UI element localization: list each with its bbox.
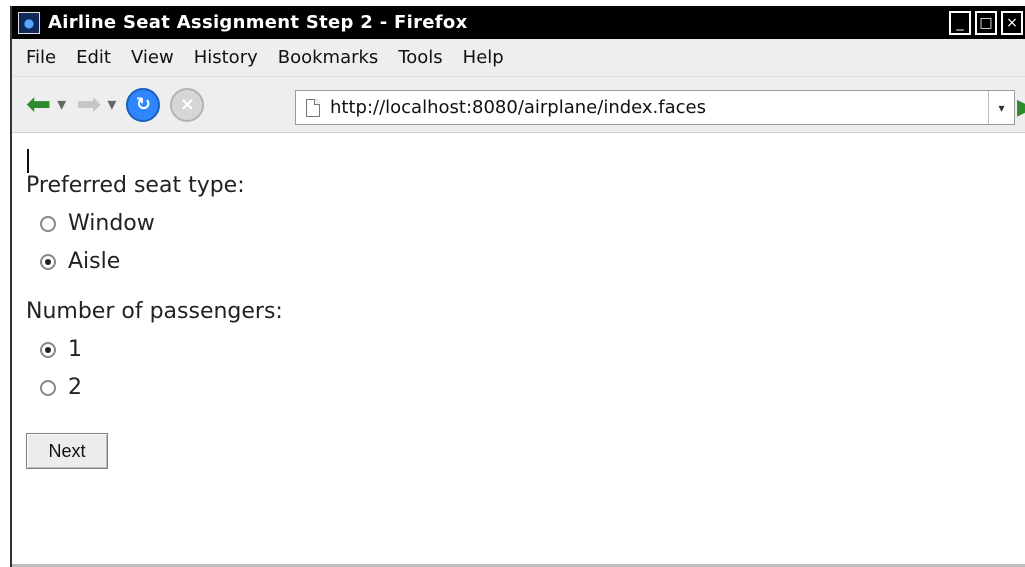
forward-dropdown-icon[interactable]: ▾ [107,94,116,115]
menu-help[interactable]: Help [463,47,504,68]
radio-passengers-1-label: 1 [68,337,82,362]
menu-bookmarks[interactable]: Bookmarks [278,47,379,68]
firefox-icon: ● [18,11,40,34]
passengers-label: Number of passengers: [26,299,283,324]
radio-window-label: Window [68,211,155,236]
window-title: Airline Seat Assignment Step 2 - Firefox [48,12,468,33]
menu-view[interactable]: View [131,47,174,68]
menu-history[interactable]: History [194,47,258,68]
minimize-button[interactable]: _ [949,10,971,35]
seat-type-label: Preferred seat type: [26,173,245,198]
address-dropdown-icon[interactable]: ▾ [988,91,1014,124]
back-arrow-icon: ⬅ [26,86,52,122]
back-button[interactable]: ⬅ ▾ [26,87,66,123]
page-content: Preferred seat type: Window Aisle Number… [12,133,1025,567]
passengers-option-1[interactable]: 1 [40,331,1025,369]
url-text[interactable]: http://localhost:8080/airplane/index.fac… [330,97,978,118]
close-button[interactable]: × [1001,10,1023,35]
radio-aisle[interactable] [40,254,56,270]
text-caret [27,149,29,173]
title-bar: ● Airline Seat Assignment Step 2 - Firef… [12,6,1025,39]
window-controls: _ □ × [949,6,1025,39]
radio-aisle-label: Aisle [68,249,121,274]
menu-edit[interactable]: Edit [76,47,111,68]
menu-tools[interactable]: Tools [398,47,442,68]
passengers-option-2[interactable]: 2 [40,369,1025,407]
stop-icon[interactable]: × [170,87,205,122]
next-button[interactable]: Next [26,433,108,469]
menu-bar: File Edit View History Bookmarks Tools H… [12,39,1025,77]
reload-icon[interactable]: ↻ [126,87,161,122]
page-icon [306,98,320,117]
radio-passengers-2[interactable] [40,380,56,396]
browser-window: ● Airline Seat Assignment Step 2 - Firef… [10,6,1025,567]
radio-passengers-1[interactable] [40,342,56,358]
go-icon[interactable]: ▶ [1017,96,1025,120]
seat-option-window[interactable]: Window [40,205,1025,243]
forward-button[interactable]: ➡ ▾ [76,87,116,123]
maximize-button[interactable]: □ [975,10,997,35]
address-bar[interactable]: http://localhost:8080/airplane/index.fac… [295,90,1015,125]
seat-option-aisle[interactable]: Aisle [40,243,1025,281]
menu-file[interactable]: File [26,47,56,68]
radio-window[interactable] [40,216,56,232]
radio-passengers-2-label: 2 [68,375,82,400]
back-dropdown-icon[interactable]: ▾ [57,94,66,115]
forward-arrow-icon: ➡ [76,86,102,122]
